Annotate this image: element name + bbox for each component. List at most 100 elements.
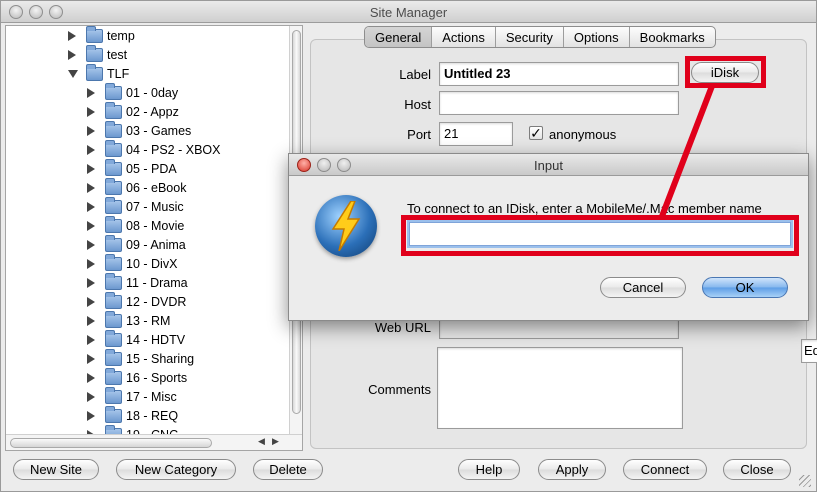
disclosure-triangle-icon[interactable] <box>87 125 95 136</box>
disclosure-triangle-icon[interactable] <box>87 144 95 155</box>
new-category-button[interactable]: New Category <box>116 459 236 480</box>
folder-icon <box>105 272 122 290</box>
tree-item-label: 02 - Appz <box>126 104 179 119</box>
input-highlight-box <box>401 215 799 256</box>
tree-item[interactable]: 16 - Sports <box>87 367 187 387</box>
dialog-prompt: To connect to an IDisk, enter a MobileMe… <box>407 201 762 216</box>
bookmark-tree[interactable]: temp test TLF 01 - 0day 02 - Appz 03 - Gam… <box>5 25 303 451</box>
anonymous-checkbox[interactable]: ✓ <box>529 126 543 140</box>
folder-icon <box>105 177 122 195</box>
folder-icon <box>105 405 122 423</box>
tab-bookmarks[interactable]: Bookmarks <box>630 27 715 47</box>
scroll-right-arrow-icon[interactable]: ▶ <box>272 436 279 447</box>
tree-item[interactable]: 05 - PDA <box>87 158 177 178</box>
scroll-left-arrow-icon[interactable]: ◀ <box>258 436 265 447</box>
tree-item[interactable]: 13 - RM <box>87 310 171 330</box>
dialog-titlebar[interactable]: Input <box>289 154 808 176</box>
disclosure-triangle-expanded-icon[interactable] <box>68 69 78 78</box>
tree-item-label: 10 - DivX <box>126 256 178 271</box>
folder-icon <box>105 82 122 100</box>
tree-item[interactable]: 12 - DVDR <box>87 291 187 311</box>
tree-item[interactable]: 11 - Drama <box>87 272 188 292</box>
tree-item-temp[interactable]: temp <box>68 26 135 45</box>
tree-item[interactable]: 15 - Sharing <box>87 348 195 368</box>
folder-icon <box>105 234 122 252</box>
tree-item-label: 18 - REQ <box>126 408 179 423</box>
tab-actions[interactable]: Actions <box>432 27 496 47</box>
disclosure-triangle-icon[interactable] <box>87 372 95 383</box>
disclosure-triangle-icon[interactable] <box>68 30 76 41</box>
tree-item-label: 03 - Games <box>126 123 192 138</box>
help-button[interactable]: Help <box>458 459 520 480</box>
tree-item-tlf[interactable]: TLF <box>68 63 129 83</box>
window-title: Site Manager <box>369 5 448 20</box>
tree-item[interactable]: 08 - Movie <box>87 215 185 235</box>
tree-item[interactable]: 07 - Music <box>87 196 184 216</box>
tree-item[interactable]: 14 - HDTV <box>87 329 186 349</box>
close-button[interactable]: Close <box>723 459 791 480</box>
tree-item[interactable]: 18 - REQ <box>87 405 179 425</box>
disclosure-triangle-icon[interactable] <box>87 391 95 402</box>
cancel-button[interactable]: Cancel <box>600 277 686 298</box>
disclosure-triangle-icon[interactable] <box>87 239 95 250</box>
disclosure-triangle-icon[interactable] <box>87 163 95 174</box>
tab-options[interactable]: Options <box>564 27 630 47</box>
apply-button[interactable]: Apply <box>538 459 606 480</box>
anonymous-label: anonymous <box>549 127 617 142</box>
folder-icon <box>105 101 122 119</box>
tree-horizontal-scrollbar[interactable]: ◀ ▶ <box>6 434 302 450</box>
connect-button[interactable]: Connect <box>623 459 707 480</box>
tree-item-label: 15 - Sharing <box>126 351 195 366</box>
horizontal-scroll-thumb[interactable] <box>10 438 212 448</box>
tab-general[interactable]: General <box>365 27 433 47</box>
tree-item-label: 06 - eBook <box>126 180 187 195</box>
tree-item-label: 07 - Music <box>126 199 184 214</box>
app-logo-icon <box>315 195 377 257</box>
disclosure-triangle-icon[interactable] <box>87 182 95 193</box>
tree-item[interactable]: 06 - eBook <box>87 177 187 197</box>
tree-item[interactable]: 04 - PS2 - XBOX <box>87 139 220 159</box>
tree-item-label: 08 - Movie <box>126 218 185 233</box>
tab-security[interactable]: Security <box>496 27 564 47</box>
edit-button-partial[interactable]: Edi <box>801 339 817 363</box>
delete-button[interactable]: Delete <box>253 459 323 480</box>
disclosure-triangle-icon[interactable] <box>87 353 95 364</box>
disclosure-triangle-icon[interactable] <box>87 277 95 288</box>
folder-icon <box>105 120 122 138</box>
disclosure-triangle-icon[interactable] <box>87 87 95 98</box>
tree-item[interactable]: 01 - 0day <box>87 82 178 102</box>
disclosure-triangle-icon[interactable] <box>87 106 95 117</box>
tree-item-label: 14 - HDTV <box>126 332 186 347</box>
tree-item[interactable]: 02 - Appz <box>87 101 179 121</box>
tree-item-test[interactable]: test <box>68 44 127 64</box>
folder-icon <box>105 158 122 176</box>
disclosure-triangle-icon[interactable] <box>87 315 95 326</box>
tree-item[interactable]: 09 - Anima <box>87 234 186 254</box>
disclosure-triangle-icon[interactable] <box>87 258 95 269</box>
tree-item-label: 12 - DVDR <box>126 294 187 309</box>
label-input[interactable]: Untitled 23 <box>439 62 679 86</box>
folder-icon <box>105 253 122 271</box>
ok-button[interactable]: OK <box>702 277 788 298</box>
port-input[interactable]: 21 <box>439 122 513 146</box>
comments-textarea[interactable] <box>437 347 683 429</box>
tree-item[interactable]: 03 - Games <box>87 120 192 140</box>
disclosure-triangle-icon[interactable] <box>87 220 95 231</box>
tree-item-label: 13 - RM <box>126 313 171 328</box>
disclosure-triangle-icon[interactable] <box>87 201 95 212</box>
host-input[interactable] <box>439 91 679 115</box>
new-site-button[interactable]: New Site <box>13 459 99 480</box>
port-field-label: Port <box>407 127 431 142</box>
folder-icon <box>105 291 122 309</box>
disclosure-triangle-icon[interactable] <box>87 334 95 345</box>
folder-icon <box>105 310 122 328</box>
folder-icon <box>105 215 122 233</box>
tree-item-label: 05 - PDA <box>126 161 177 176</box>
tree-item[interactable]: 17 - Misc <box>87 386 177 406</box>
disclosure-triangle-icon[interactable] <box>68 49 76 60</box>
disclosure-triangle-icon[interactable] <box>87 296 95 307</box>
window-titlebar[interactable]: Site Manager <box>1 1 816 23</box>
resize-grip-icon[interactable] <box>799 475 811 487</box>
disclosure-triangle-icon[interactable] <box>87 410 95 421</box>
tree-item[interactable]: 10 - DivX <box>87 253 178 273</box>
